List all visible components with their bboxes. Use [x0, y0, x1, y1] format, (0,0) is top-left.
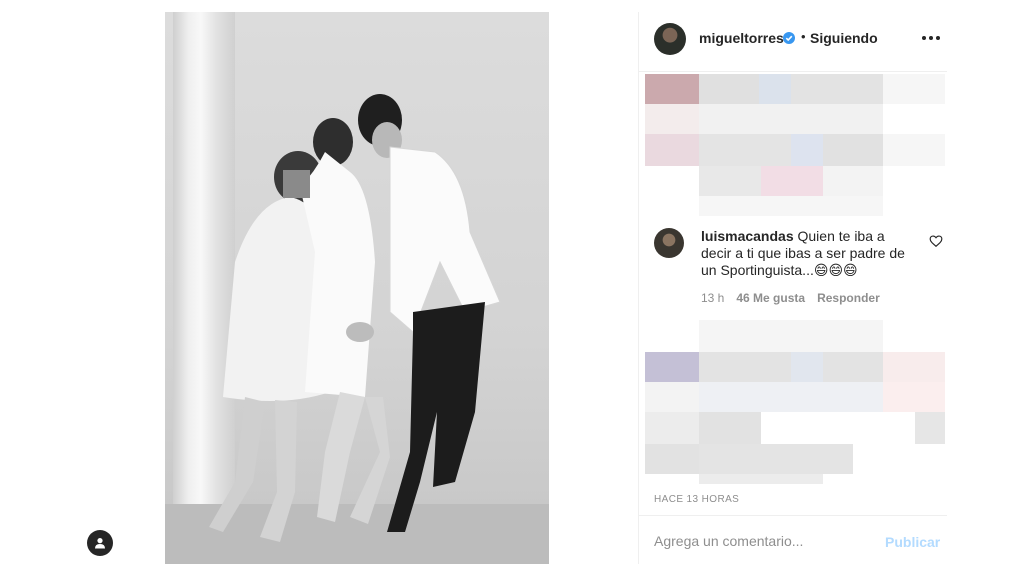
- post-username[interactable]: migueltorres: [699, 30, 784, 46]
- add-comment-bar: Publicar: [639, 515, 947, 564]
- comment-input[interactable]: [654, 530, 869, 552]
- post-header: migueltorres • Siguiendo: [639, 12, 947, 72]
- avatar[interactable]: [654, 23, 686, 55]
- following-button[interactable]: Siguiendo: [810, 30, 878, 46]
- commenter-avatar[interactable]: [654, 228, 684, 258]
- comment-time: 13 h: [701, 291, 725, 305]
- reply-button[interactable]: Responder: [817, 291, 880, 305]
- verified-badge-icon: [783, 32, 795, 44]
- separator-dot: •: [801, 29, 806, 44]
- comment-body: luismacandas Quien te iba a decir a ti q…: [701, 228, 913, 279]
- comment-likes[interactable]: 46 Me gusta: [736, 291, 805, 305]
- more-options-icon[interactable]: [922, 28, 940, 48]
- publish-button[interactable]: Publicar: [885, 534, 940, 550]
- comment-username[interactable]: luismacandas: [701, 228, 794, 244]
- blurred-face: [283, 170, 310, 198]
- couple-illustration: [209, 94, 501, 542]
- post-sidebar: migueltorres • Siguiendo luismacandas Qu…: [638, 12, 947, 564]
- tagged-user-icon[interactable]: [87, 530, 113, 556]
- post-photo[interactable]: [165, 12, 549, 564]
- comment-meta: 13 h 46 Me gusta Responder: [701, 291, 880, 305]
- post-timestamp: HACE 13 HORAS: [654, 494, 740, 505]
- like-comment-heart-icon[interactable]: [929, 234, 943, 248]
